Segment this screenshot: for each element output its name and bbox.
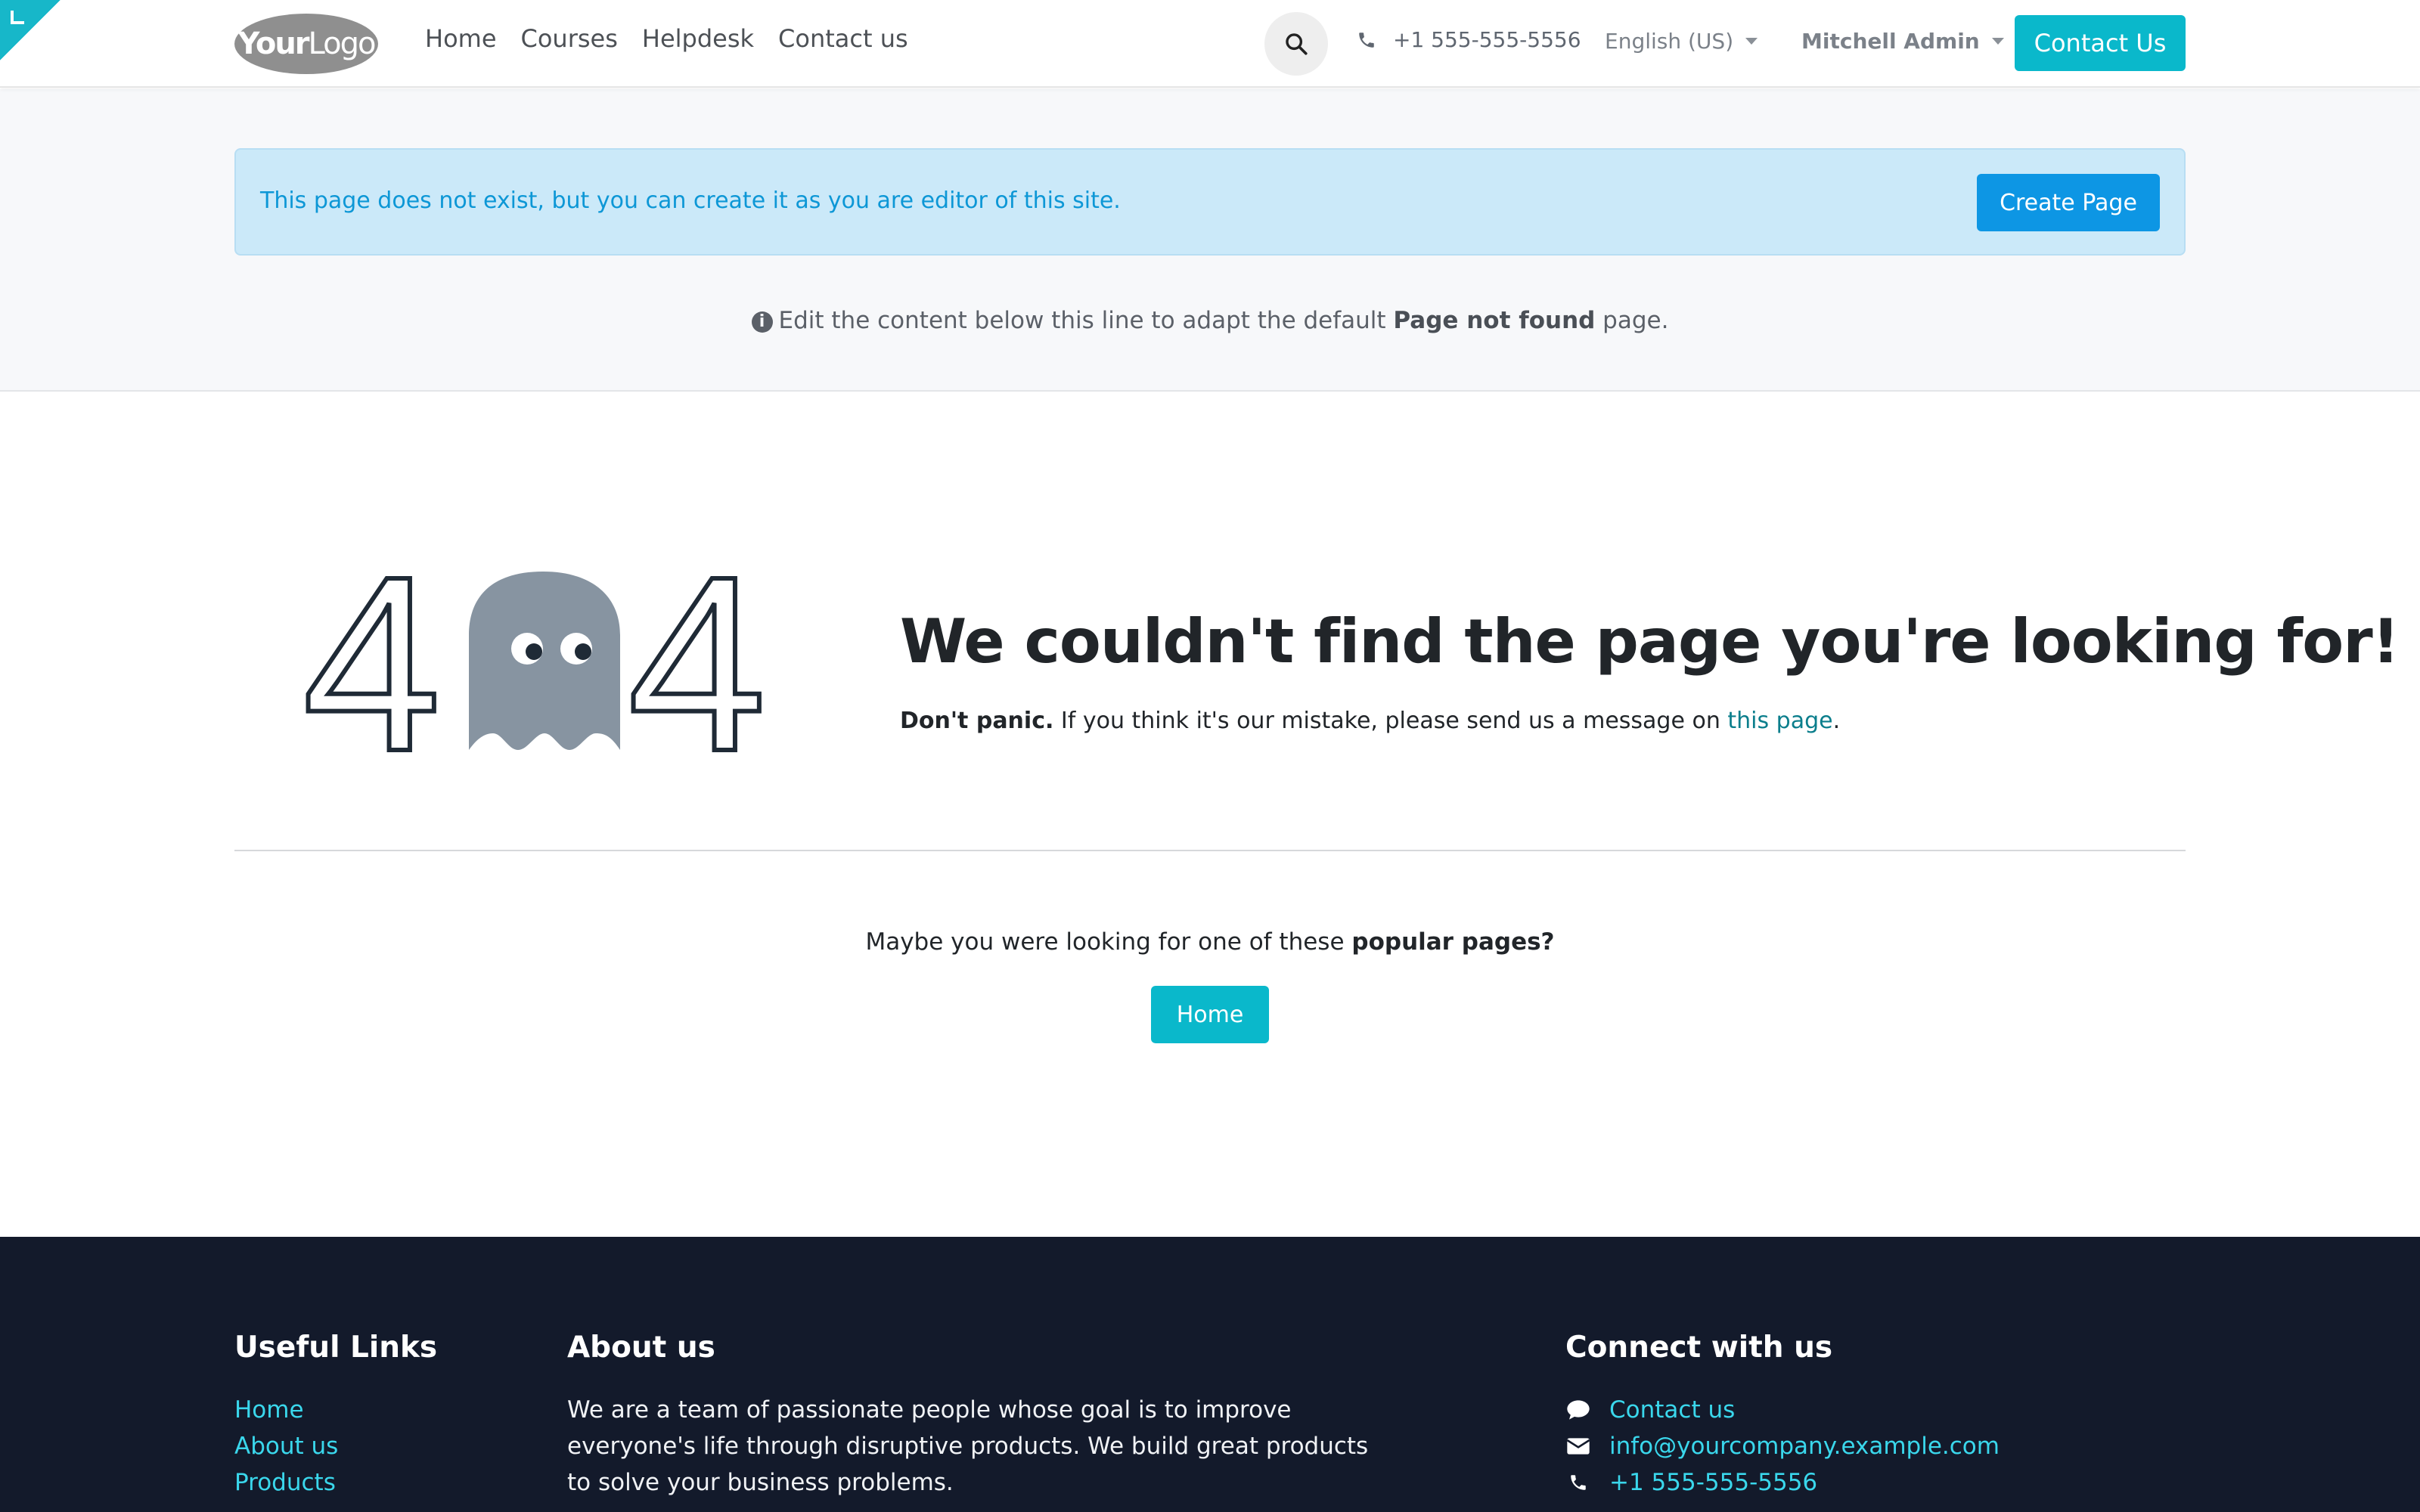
editor-hint: i Edit the content below this line to ada… [0,307,2420,334]
ghost-icon [469,572,620,750]
hint-text-before: Edit the content below this line to adap… [778,307,1394,334]
header-phone-number: +1 555-555-5556 [1393,27,1581,52]
edit-corner-icon[interactable] [0,0,60,60]
popular-text: Maybe you were looking for one of these [865,928,1352,956]
not-found-subtext: Don't panic. If you think it's our mista… [900,708,1840,734]
section-divider [234,850,2186,851]
page: Your Logo Home Courses Helpdesk Contact u… [0,0,2420,1512]
search-button[interactable] [1264,12,1328,76]
connect-title: Connect with us [1565,1331,1833,1365]
footer-phone-link[interactable]: +1 555-555-5556 [1609,1464,1817,1501]
not-found-headline: We couldn't find the page you're looking… [900,606,2400,677]
envelope-icon [1565,1437,1591,1455]
site-footer: Useful Links Home About us Products Abou… [0,1237,2420,1512]
useful-links-title: Useful Links [234,1331,438,1365]
editor-notice-section: This page does not exist, but you can cr… [0,89,2420,392]
language-label: English (US) [1605,29,1734,54]
phone-icon [1565,1473,1591,1492]
nav-home[interactable]: Home [425,24,497,53]
connect-email-row: info@yourcompany.example.com [1565,1428,2000,1464]
footer-email-link[interactable]: info@yourcompany.example.com [1609,1428,2000,1464]
site-logo[interactable]: Your Logo [234,14,378,74]
footer-connect: Connect with us Contact us info@yourcomp… [1565,1331,2000,1501]
nav-courses[interactable]: Courses [521,24,618,53]
chevron-down-icon [1745,38,1758,45]
404-digit-left: 4 [302,559,442,764]
site-header: Your Logo Home Courses Helpdesk Contact u… [0,0,2420,88]
info-circle-icon: i [751,311,773,333]
footer-link-about-us[interactable]: About us [234,1428,437,1464]
nav-helpdesk[interactable]: Helpdesk [642,24,754,53]
search-icon [1286,33,1308,55]
hint-text-bold: Page not found [1393,307,1596,334]
language-selector[interactable]: English (US) [1605,29,1758,54]
popular-bold: popular pages? [1351,928,1555,956]
connect-phone-row: +1 555-555-5556 [1565,1464,2000,1501]
hint-text-after: page. [1595,307,1669,334]
subtext-end: . [1832,708,1841,734]
create-page-button[interactable]: Create Page [1977,174,2160,231]
nav-contact-us[interactable]: Contact us [778,24,908,53]
header-phone[interactable]: +1 555-555-5556 [1357,27,1581,52]
popular-home-button[interactable]: Home [1151,986,1269,1043]
comment-icon [1565,1399,1591,1421]
popular-pages-text: Maybe you were looking for one of these … [0,928,2420,956]
user-menu[interactable]: Mitchell Admin [1801,29,2004,54]
footer-contact-link[interactable]: Contact us [1609,1392,1735,1428]
logo-text-bold: Your [237,26,310,61]
main-nav: Home Courses Helpdesk Contact us [425,24,908,53]
subtext-body: If you think it's our mistake, please se… [1053,708,1728,734]
about-text: We are a team of passionate people whose… [567,1396,1369,1496]
chevron-down-icon [1991,38,2004,45]
subtext-bold: Don't panic. [900,708,1054,734]
footer-useful-links: Useful Links Home About us Products [234,1331,437,1501]
contact-us-button[interactable]: Contact Us [2015,15,2186,71]
footer-link-products[interactable]: Products [234,1464,437,1501]
logo-text-thin: Logo [308,26,377,61]
alert-message: This page does not exist, but you can cr… [260,187,1121,214]
phone-icon [1359,32,1374,48]
connect-contact-row: Contact us [1565,1392,2000,1428]
footer-link-home[interactable]: Home [234,1392,437,1428]
user-name: Mitchell Admin [1801,29,1980,54]
404-illustration: 4 4 [302,559,769,764]
footer-about: About us We are a team of passionate peo… [567,1331,1369,1501]
about-title: About us [567,1331,715,1365]
404-digit-right: 4 [628,559,767,764]
this-page-link[interactable]: this page [1727,708,1832,734]
page-missing-alert: This page does not exist, but you can cr… [234,148,2186,256]
